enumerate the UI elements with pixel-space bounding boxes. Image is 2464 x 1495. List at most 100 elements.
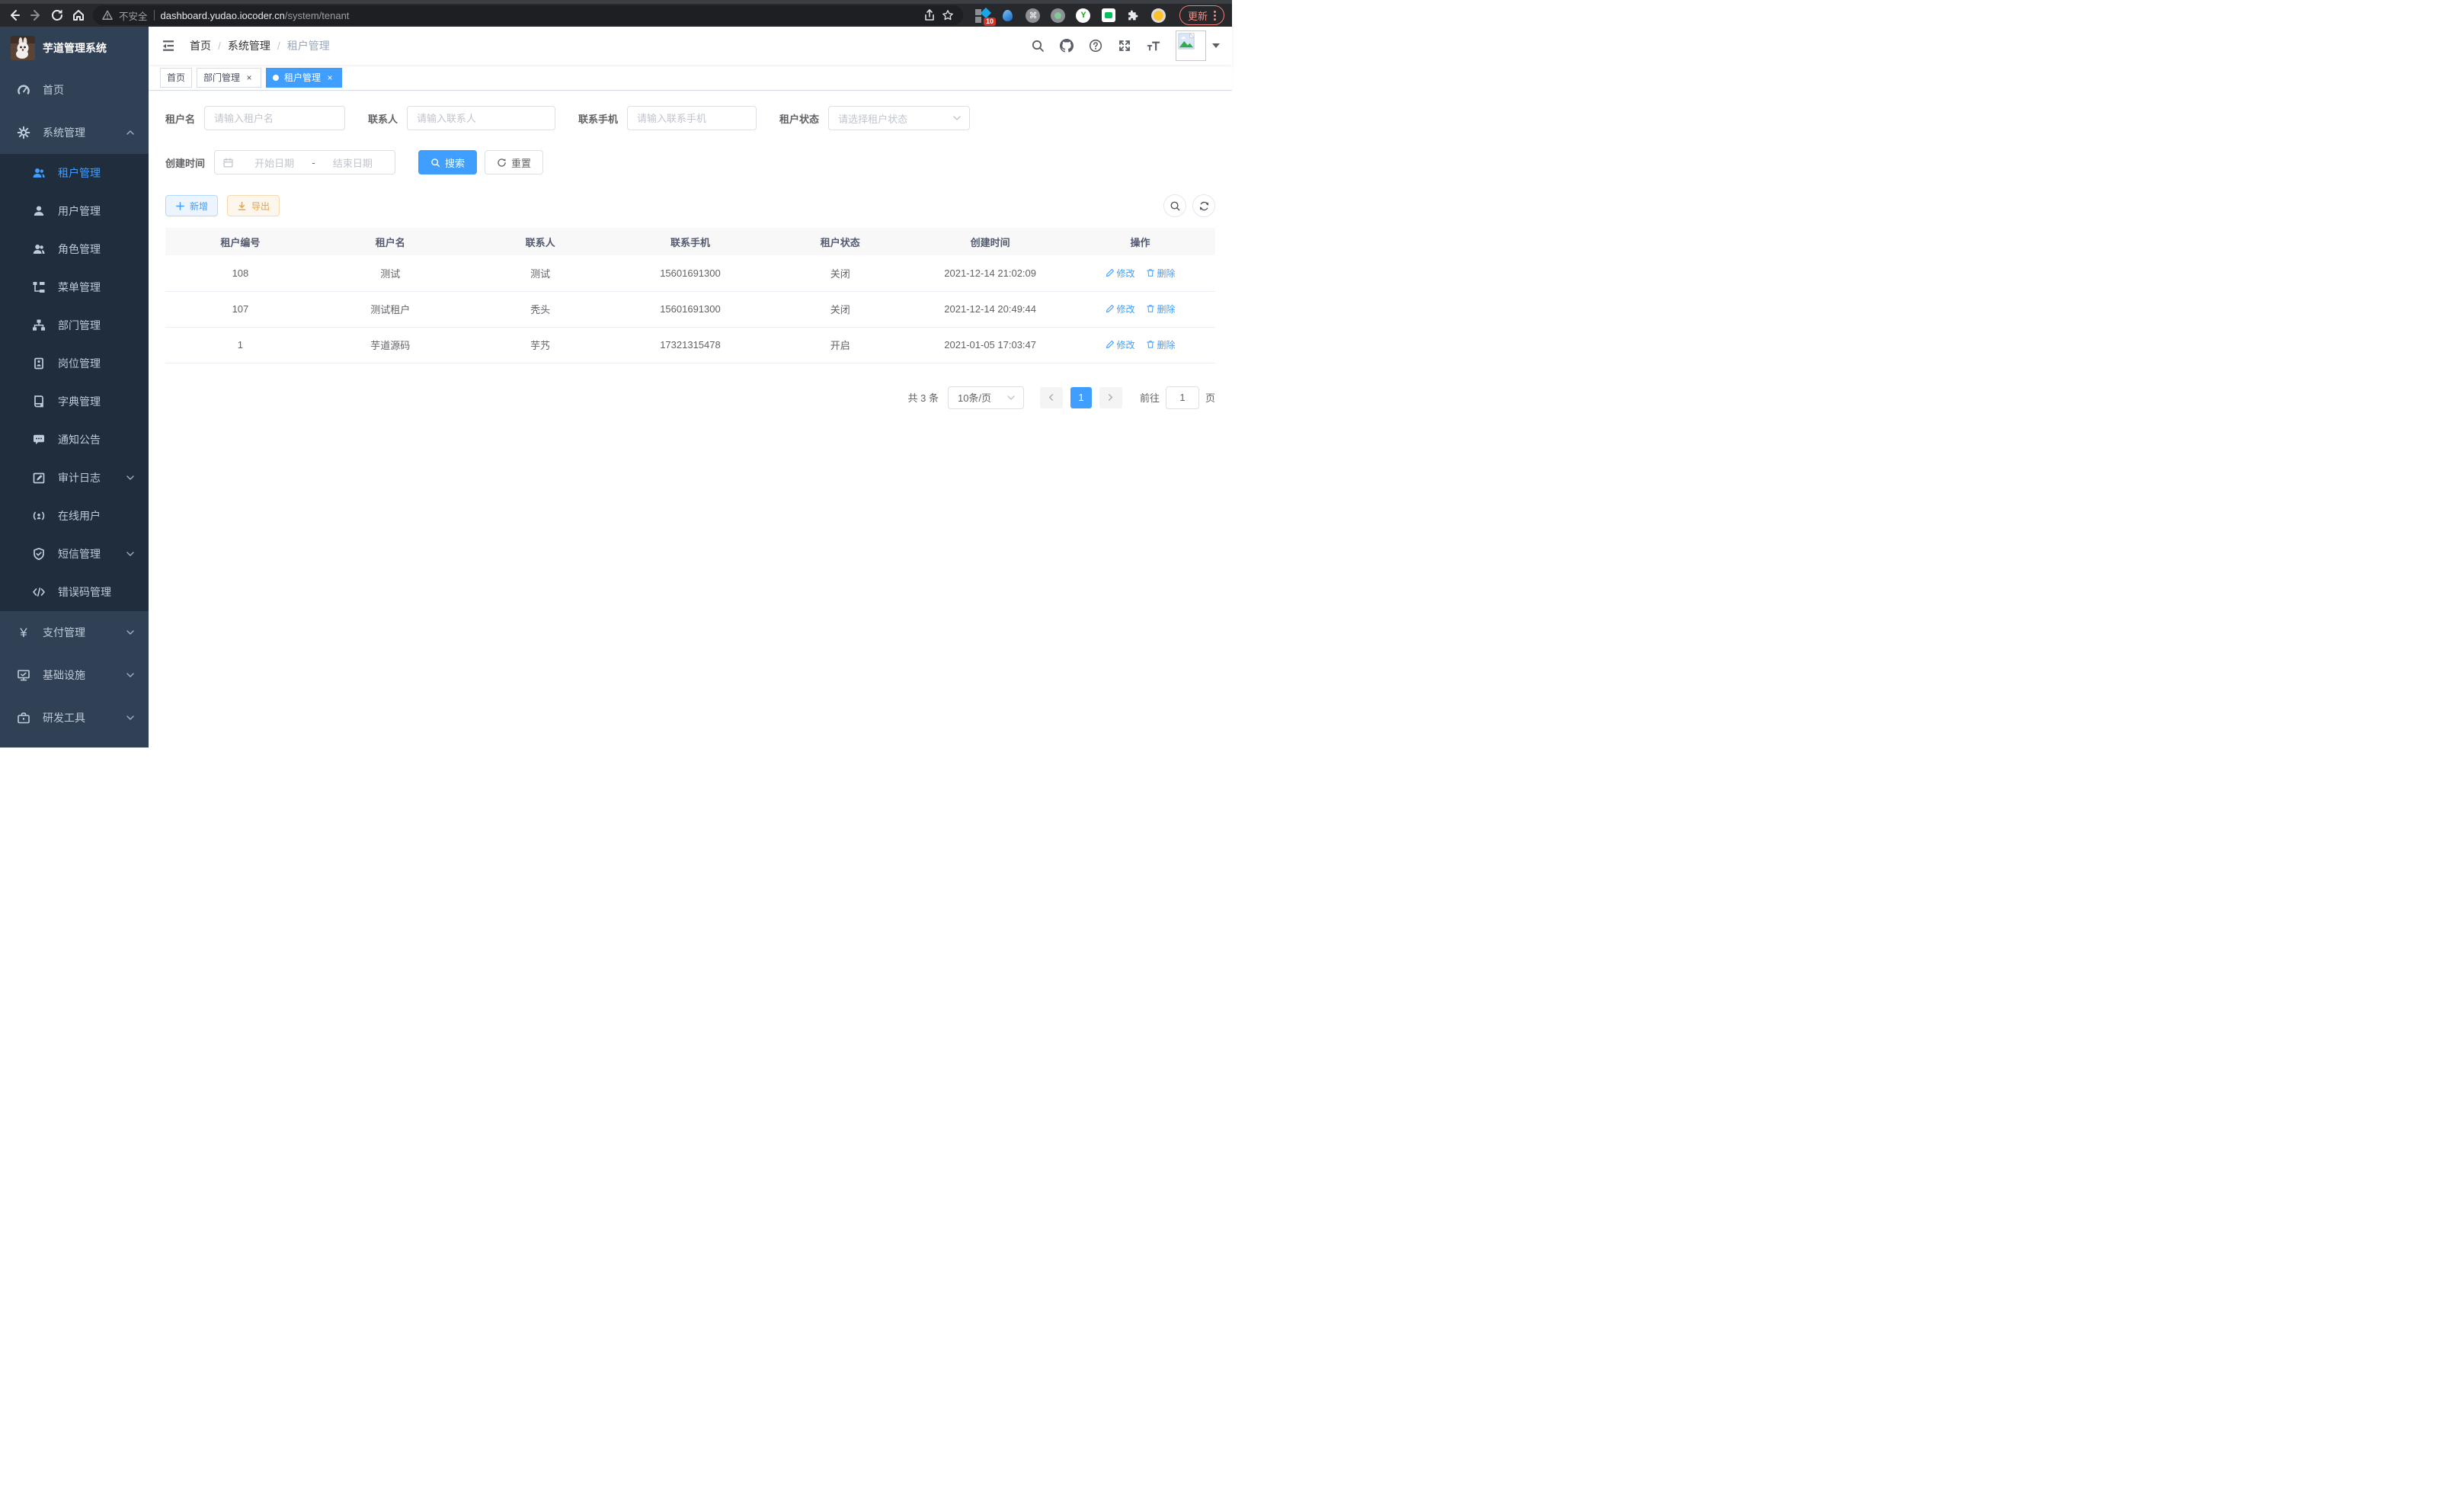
sidebar-item-error-code[interactable]: 错误码管理	[0, 573, 149, 611]
browser-menu-icon[interactable]	[1214, 11, 1216, 21]
browser-home-icon[interactable]	[72, 8, 85, 22]
dashboard-icon	[17, 83, 30, 97]
address-bar[interactable]: 不安全 dashboard.yudao.iocoder.cn/system/te…	[93, 5, 963, 25]
download-icon	[237, 201, 247, 211]
security-label[interactable]: 不安全	[119, 8, 148, 23]
show-search-toggle-button[interactable]	[1163, 194, 1186, 217]
browser-forward-icon[interactable]	[29, 8, 43, 22]
breadcrumb-home[interactable]: 首页	[190, 38, 211, 53]
extension-chat-icon[interactable]	[1101, 8, 1116, 23]
yen-icon: ¥	[17, 626, 30, 639]
sidebar-item-tenant[interactable]: 租户管理	[0, 154, 149, 192]
next-page-button[interactable]	[1099, 387, 1122, 408]
edit-link[interactable]: 修改	[1106, 267, 1135, 280]
close-icon[interactable]: ×	[325, 72, 335, 83]
profile-avatar-icon[interactable]	[1151, 8, 1166, 23]
breadcrumb-current: 租户管理	[287, 38, 330, 53]
sidebar-item-dept[interactable]: 部门管理	[0, 306, 149, 344]
contact-input[interactable]	[407, 106, 555, 130]
search-button[interactable]: 搜索	[418, 150, 477, 174]
sidebar-item-audit-log[interactable]: 审计日志	[0, 459, 149, 497]
edit-link[interactable]: 修改	[1106, 303, 1135, 315]
refresh-icon	[1198, 200, 1210, 212]
github-icon[interactable]	[1060, 39, 1074, 53]
col-tenant-id: 租户编号	[165, 228, 315, 255]
page-number-1[interactable]: 1	[1070, 387, 1092, 408]
date-range-picker[interactable]: 开始日期 - 结束日期	[214, 150, 395, 174]
tab-home[interactable]: 首页	[160, 68, 192, 88]
table-row: 1 芋道源码 芋艿 17321315478 开启 2021-01-05 17:0…	[165, 327, 1215, 363]
mobile-input[interactable]	[627, 106, 757, 130]
sidebar-item-dev-tools[interactable]: 研发工具	[0, 696, 149, 739]
org-tree-icon	[32, 319, 46, 332]
sidebar-item-menu[interactable]: 菜单管理	[0, 268, 149, 306]
url-text[interactable]: dashboard.yudao.iocoder.cn/system/tenant	[161, 10, 350, 21]
delete-link[interactable]: 删除	[1146, 338, 1176, 351]
tenant-name-input[interactable]	[204, 106, 345, 130]
tab-dept[interactable]: 部门管理×	[197, 68, 261, 88]
extension-command-icon[interactable]: ⌘	[1026, 8, 1041, 23]
extension-recorder-icon[interactable]	[1051, 8, 1066, 23]
goto-page-input[interactable]	[1166, 386, 1199, 409]
date-start-placeholder[interactable]: 开始日期	[240, 155, 309, 170]
url-host: dashboard.yudao.iocoder.cn	[161, 10, 285, 21]
close-icon[interactable]: ×	[244, 72, 254, 83]
sidebar-item-post[interactable]: 岗位管理	[0, 344, 149, 383]
extension-balloon-icon[interactable]	[1000, 8, 1016, 23]
app-title: 芋道管理系统	[43, 40, 107, 56]
browser-reload-icon[interactable]	[50, 8, 64, 22]
sidebar-item-user[interactable]: 用户管理	[0, 192, 149, 230]
sidebar-collapse-icon[interactable]	[161, 38, 176, 53]
share-icon[interactable]	[923, 9, 936, 21]
shield-check-icon	[32, 547, 46, 561]
avatar[interactable]	[1176, 30, 1206, 61]
table-header-row: 租户编号 租户名 联系人 联系手机 租户状态 创建时间 操作	[165, 228, 1215, 255]
delete-link[interactable]: 删除	[1146, 303, 1176, 315]
sidebar-item-infra[interactable]: 基础设施	[0, 654, 149, 696]
main-area: 首页 / 系统管理 / 租户管理	[149, 27, 1232, 748]
sidebar-item-payment[interactable]: ¥ 支付管理	[0, 611, 149, 654]
add-button[interactable]: 新增	[165, 195, 218, 216]
edit-link[interactable]: 修改	[1106, 338, 1135, 351]
sidebar-item-system[interactable]: 系统管理	[0, 111, 149, 154]
logo-rabbit-image	[11, 36, 35, 60]
update-label: 更新	[1188, 8, 1208, 23]
browser-back-icon[interactable]	[8, 8, 21, 22]
user-menu[interactable]	[1176, 30, 1220, 61]
extension-y-icon[interactable]: Y	[1076, 8, 1091, 23]
extensions-puzzle-icon[interactable]	[1126, 8, 1141, 23]
bookmark-star-icon[interactable]	[942, 9, 954, 21]
breadcrumb: 首页 / 系统管理 / 租户管理	[190, 38, 330, 53]
chevron-up-icon	[126, 128, 135, 137]
date-end-placeholder[interactable]: 结束日期	[318, 155, 387, 170]
prev-page-button[interactable]	[1040, 387, 1063, 408]
header-search-icon[interactable]	[1031, 39, 1045, 53]
delete-link[interactable]: 删除	[1146, 267, 1176, 280]
chevron-down-icon	[126, 713, 135, 722]
sidebar-item-home[interactable]: 首页	[0, 69, 149, 111]
font-size-icon[interactable]	[1147, 39, 1160, 53]
export-button[interactable]: 导出	[227, 195, 280, 216]
refresh-icon	[497, 158, 507, 168]
search-icon	[430, 158, 440, 168]
sidebar-logo[interactable]: 芋道管理系统	[0, 27, 149, 69]
sidebar-item-dict[interactable]: 字典管理	[0, 383, 149, 421]
sidebar-item-sms[interactable]: 短信管理	[0, 535, 149, 573]
status-select[interactable]: 请选择租户状态	[828, 106, 970, 130]
toolbox-icon	[17, 711, 30, 725]
create-time-label: 创建时间	[165, 155, 205, 170]
page-size-select[interactable]: 10条/页	[948, 386, 1024, 409]
extension-devtool-icon[interactable]: 10	[975, 8, 990, 23]
help-icon[interactable]	[1089, 39, 1102, 53]
refresh-table-button[interactable]	[1192, 194, 1215, 217]
reset-button[interactable]: 重置	[485, 150, 543, 174]
browser-update-button[interactable]: 更新	[1179, 5, 1224, 25]
fullscreen-icon[interactable]	[1118, 39, 1131, 53]
breadcrumb-system[interactable]: 系统管理	[228, 38, 270, 53]
sidebar-item-role[interactable]: 角色管理	[0, 230, 149, 268]
sidebar-item-notice[interactable]: 通知公告	[0, 421, 149, 459]
app: 芋道管理系统 首页 系统管理 租户管理 用户管理 角色管理	[0, 27, 1232, 748]
tab-tenant[interactable]: 租户管理×	[266, 68, 342, 88]
sidebar-item-online-user[interactable]: 在线用户	[0, 497, 149, 535]
total-count: 共 3 条	[908, 390, 939, 405]
